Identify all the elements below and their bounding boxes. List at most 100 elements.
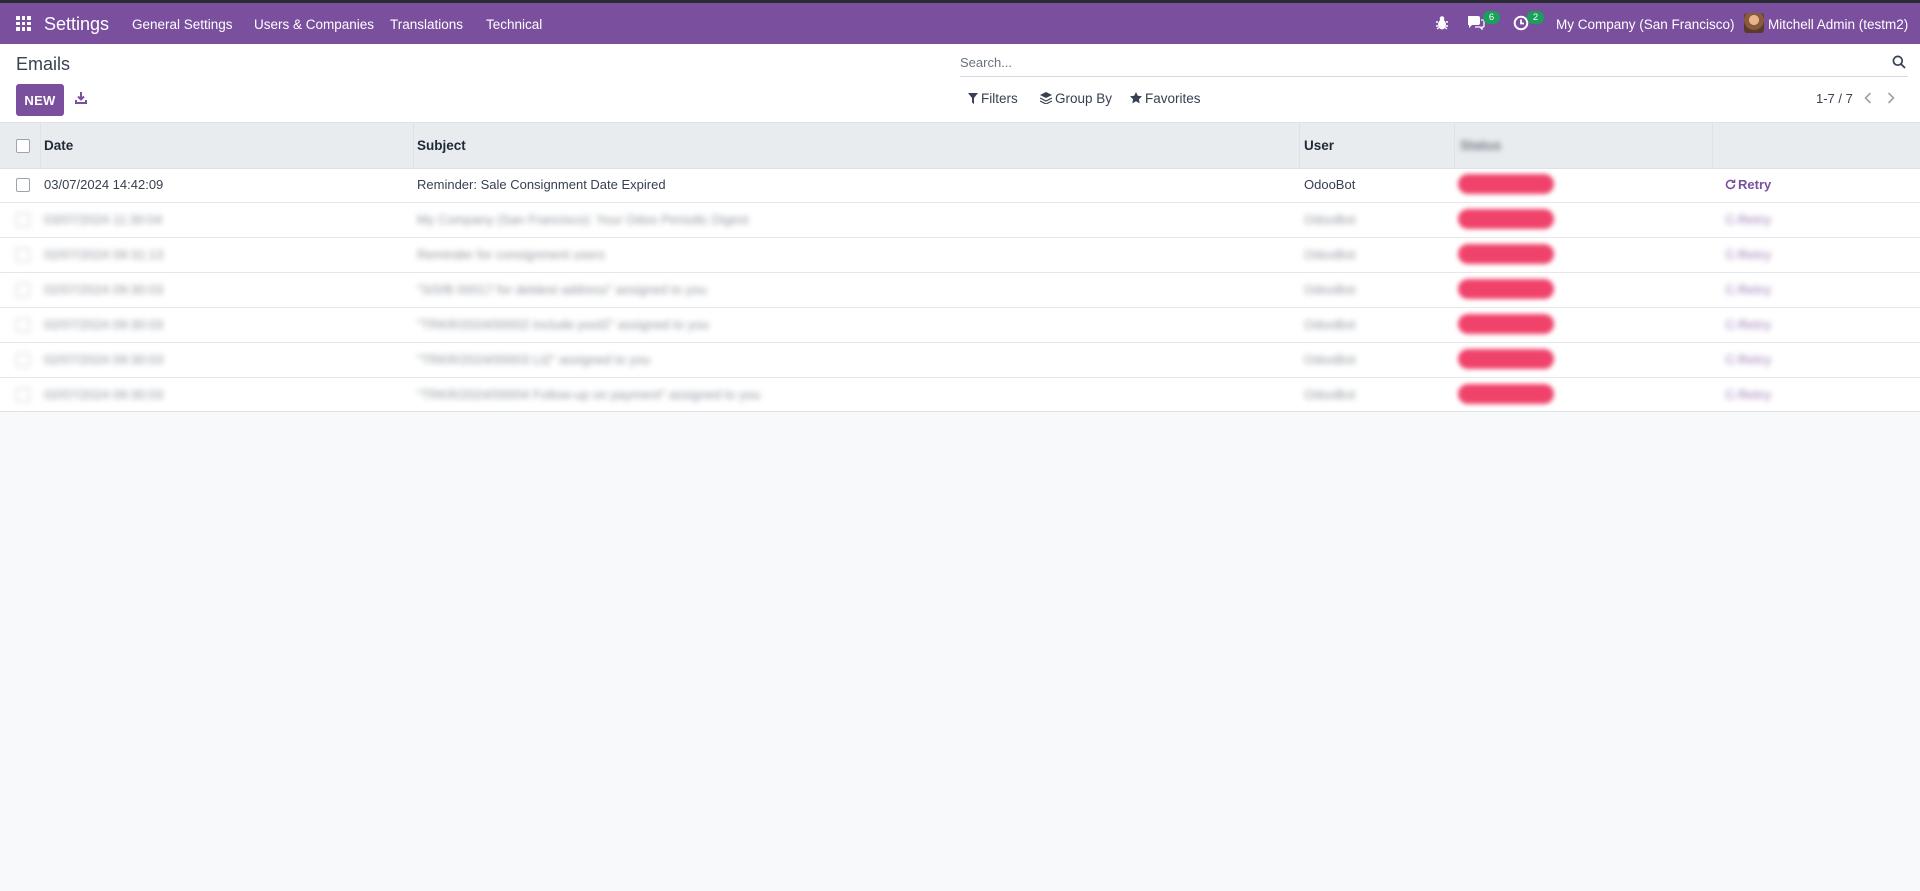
messages-count-badge: 6 <box>1483 11 1500 24</box>
status-badge <box>1458 174 1554 194</box>
row-date: 02/07/2024 09:30:03 <box>44 387 164 402</box>
menu-users-companies[interactable]: Users & Companies <box>254 17 374 32</box>
group-by-button[interactable]: Group By <box>1039 91 1113 106</box>
company-switcher[interactable]: My Company (San Francisco) <box>1556 17 1735 32</box>
group-by-label: Group By <box>1055 91 1113 106</box>
refresh-icon <box>1725 179 1736 190</box>
refresh-icon <box>1725 354 1736 365</box>
row-user: OdooBot <box>1304 317 1356 332</box>
row-user: OdooBot <box>1304 212 1356 227</box>
status-badge <box>1458 384 1554 404</box>
row-checkbox[interactable] <box>16 213 30 227</box>
retry-label: Retry <box>1738 317 1772 332</box>
column-header-date[interactable]: Date <box>44 138 73 153</box>
filters-label: Filters <box>981 91 1018 106</box>
table-row[interactable]: 03/07/2024 11:30:04 My Company (San Fran… <box>0 203 1920 238</box>
debug-bug-icon[interactable] <box>1435 15 1449 34</box>
status-badge <box>1458 314 1554 334</box>
status-badge <box>1458 349 1554 369</box>
row-date: 02/07/2024 09:30:03 <box>44 317 164 332</box>
row-subject: "TRKR/2024/00004 Follow-up on payment" a… <box>417 387 761 402</box>
page-title: Emails <box>16 54 71 74</box>
favorites-label: Favorites <box>1145 91 1201 106</box>
search-bar <box>960 50 1908 77</box>
row-checkbox[interactable] <box>16 353 30 367</box>
row-subject: "S/0/B 00017 for deldest address" assign… <box>417 282 707 297</box>
table-row[interactable]: 02/07/2024 09:31:13 Reminder for consign… <box>0 238 1920 273</box>
row-user: OdooBot <box>1304 387 1356 402</box>
menu-technical[interactable]: Technical <box>486 17 542 32</box>
row-date: 03/07/2024 14:42:09 <box>44 177 164 192</box>
search-icon[interactable] <box>1892 55 1906 72</box>
row-date: 02/07/2024 09:30:03 <box>44 282 164 297</box>
emails-list-table: Date Subject User Status 03/07/2024 14:4… <box>0 122 1920 412</box>
retry-label: Retry <box>1738 352 1772 367</box>
search-input[interactable] <box>960 50 1880 74</box>
status-badge <box>1458 244 1554 264</box>
favorites-button[interactable]: Favorites <box>1130 91 1201 106</box>
table-row[interactable]: 02/07/2024 09:30:03 "S/0/B 00017 for del… <box>0 273 1920 308</box>
row-user: OdooBot <box>1304 352 1356 367</box>
app-name[interactable]: Settings <box>44 14 109 35</box>
row-date: 02/07/2024 09:31:13 <box>44 247 164 262</box>
column-separator <box>40 123 41 168</box>
top-navbar: Settings General Settings Users & Compan… <box>0 3 1920 44</box>
row-subject: "TRKR/2024/00003 Lt2" assigned to you <box>417 352 651 367</box>
refresh-icon <box>1725 319 1736 330</box>
retry-button[interactable]: Retry <box>1725 282 1771 297</box>
table-row[interactable]: 02/07/2024 09:30:03 "TRKR/2024/00002 inc… <box>0 308 1920 343</box>
row-user: OdooBot <box>1304 282 1356 297</box>
user-menu[interactable]: Mitchell Admin (testm2) <box>1768 17 1908 32</box>
download-icon[interactable] <box>75 91 87 107</box>
row-user: OdooBot <box>1304 177 1356 192</box>
row-user: OdooBot <box>1304 247 1356 262</box>
table-header: Date Subject User Status <box>0 123 1920 169</box>
retry-button[interactable]: Retry <box>1725 177 1771 192</box>
new-button[interactable]: NEW <box>16 84 64 116</box>
column-header-user[interactable]: User <box>1304 138 1334 153</box>
row-subject: "TRKR/2024/00002 include pool2" assigned… <box>417 317 709 332</box>
table-row[interactable]: 02/07/2024 09:30:03 "TRKR/2024/00003 Lt2… <box>0 343 1920 378</box>
refresh-icon <box>1725 249 1736 260</box>
app-grid-icon[interactable] <box>16 16 31 31</box>
retry-button[interactable]: Retry <box>1725 317 1771 332</box>
filters-button[interactable]: Filters <box>968 91 1018 106</box>
row-checkbox[interactable] <box>16 388 30 402</box>
row-subject: Reminder: Sale Consignment Date Expired <box>417 177 666 192</box>
star-icon <box>1130 92 1142 104</box>
refresh-icon <box>1725 389 1736 400</box>
column-header-status[interactable]: Status <box>1460 138 1501 153</box>
select-all-checkbox[interactable] <box>16 139 30 153</box>
row-checkbox[interactable] <box>16 318 30 332</box>
user-avatar[interactable] <box>1744 13 1764 33</box>
table-row[interactable]: 03/07/2024 14:42:09 Reminder: Sale Consi… <box>0 168 1920 203</box>
pager-previous-icon[interactable] <box>1864 91 1872 107</box>
retry-button[interactable]: Retry <box>1725 352 1771 367</box>
row-date: 03/07/2024 11:30:04 <box>44 212 163 227</box>
table-row[interactable]: 02/07/2024 09:30:03 "TRKR/2024/00004 Fol… <box>0 378 1920 412</box>
refresh-icon <box>1725 214 1736 225</box>
column-separator <box>1299 123 1300 168</box>
retry-label: Retry <box>1738 212 1772 227</box>
retry-button[interactable]: Retry <box>1725 247 1771 262</box>
retry-button[interactable]: Retry <box>1725 387 1771 402</box>
column-separator <box>1712 123 1713 168</box>
menu-translations[interactable]: Translations <box>390 17 463 32</box>
pager-value[interactable]: 1-7 / 7 <box>1816 91 1853 106</box>
row-checkbox[interactable] <box>16 283 30 297</box>
layers-icon <box>1039 92 1053 105</box>
column-header-subject[interactable]: Subject <box>417 138 466 153</box>
row-date: 02/07/2024 09:30:03 <box>44 352 164 367</box>
row-subject: Reminder for consignment users <box>417 247 605 262</box>
row-subject: My Company (San Francisco): Your Odoo Pe… <box>417 212 749 227</box>
activities-count-badge: 2 <box>1527 11 1544 24</box>
refresh-icon <box>1725 284 1736 295</box>
control-panel: Emails NEW Filters Group By Favorites 1-… <box>0 44 1920 122</box>
retry-button[interactable]: Retry <box>1725 212 1771 227</box>
row-checkbox[interactable] <box>16 248 30 262</box>
row-checkbox[interactable] <box>16 178 30 192</box>
menu-general-settings[interactable]: General Settings <box>132 17 233 32</box>
activities-clock-icon[interactable]: 2 <box>1513 11 1544 34</box>
messages-chat-icon[interactable]: 6 <box>1467 11 1500 33</box>
pager-next-icon[interactable] <box>1887 91 1895 107</box>
